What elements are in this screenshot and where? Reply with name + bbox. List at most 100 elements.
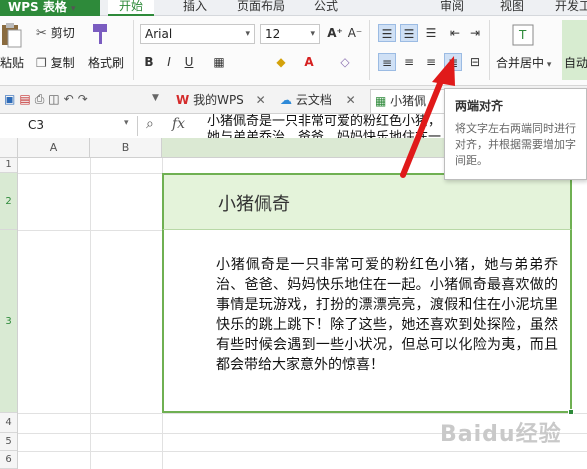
grid-line	[18, 451, 587, 452]
justify-tooltip: 两端对齐 将文字左右两端同时进行对齐，并根据需要增加字间距。	[444, 88, 587, 180]
chevron-down-icon[interactable]: ▼	[152, 93, 159, 103]
paste-label: 粘贴	[0, 56, 25, 70]
select-all-corner[interactable]	[0, 138, 18, 157]
fill-handle[interactable]	[568, 409, 574, 415]
watermark: Baidu经验	[440, 422, 562, 447]
app-menu-button[interactable]: WPS 表格 ▾	[0, 0, 100, 16]
save-icon[interactable]: ▣	[4, 92, 19, 106]
menu-home[interactable]: 开始	[108, 0, 154, 16]
sheet-title: 小猪佩奇	[218, 194, 290, 215]
merge-center-text: 合并居中	[496, 56, 545, 70]
format-painter-label: 格式刷	[88, 56, 125, 70]
fill-color-icon[interactable]: ◆	[272, 53, 290, 71]
zoom-icon[interactable]: ⌕	[146, 116, 154, 132]
wps-logo-icon: W	[176, 93, 190, 107]
chevron-down-icon: ▾	[544, 60, 552, 70]
auto-wrap-button[interactable]: 自动	[562, 20, 587, 80]
redo-icon[interactable]: ↷	[78, 92, 92, 106]
undo-icon[interactable]: ↶	[64, 92, 78, 106]
ribbon-divider	[133, 20, 134, 80]
tab-label: 小猪佩	[390, 94, 427, 108]
ribbon-divider	[369, 20, 370, 80]
merge-center-button[interactable]: T	[512, 24, 534, 49]
copy-label: 复制	[50, 56, 75, 70]
align-bottom-icon[interactable]: ☰	[422, 24, 440, 42]
copy-icon: ❐	[36, 56, 47, 70]
align-left-icon[interactable]: ≡	[378, 53, 396, 71]
quick-access-toolbar: ▣▤⎙◫↶↷	[4, 92, 92, 107]
font-name-select[interactable]: Arial ▾	[140, 24, 255, 44]
paste-button[interactable]	[0, 22, 22, 51]
row-header-4[interactable]: 4	[0, 413, 17, 433]
clear-format-icon[interactable]: ◇	[336, 53, 354, 71]
ribbon-divider	[489, 20, 490, 80]
grid-line	[18, 413, 587, 414]
align-middle-icon[interactable]: ☰	[400, 24, 418, 42]
tab-cloud-docs[interactable]: ☁ 云文档 ✕	[276, 89, 362, 113]
grow-font-icon[interactable]: A⁺	[326, 24, 344, 42]
menu-insert[interactable]: 插入	[172, 0, 218, 16]
italic-icon[interactable]: I	[160, 53, 178, 71]
ribbon: 粘贴 ✂ 剪切 ❐ 复制 格式刷 Arial ▾ 12 ▾ A⁺ A⁻ B I …	[0, 16, 587, 86]
borders-icon[interactable]: ▦	[210, 53, 228, 71]
justify-icon[interactable]: ≣	[444, 53, 462, 71]
row-header-2[interactable]: 2	[0, 173, 17, 230]
tab-my-wps[interactable]: W 我的WPS ✕	[172, 89, 270, 113]
menu-formulas[interactable]: 公式	[304, 0, 348, 16]
font-size-select[interactable]: 12 ▾	[260, 24, 320, 44]
cell-name-box[interactable]: C3	[0, 116, 138, 136]
row-header-6[interactable]: 6	[0, 451, 17, 469]
row-header-5[interactable]: 5	[0, 433, 17, 451]
underline-icon[interactable]: U	[180, 53, 198, 71]
font-color-icon[interactable]: A	[300, 53, 318, 71]
distributed-align-icon[interactable]: ⊟	[466, 53, 484, 71]
chevron-down-icon[interactable]: ▾	[124, 118, 129, 128]
close-icon[interactable]: ✕	[346, 93, 356, 107]
cloud-icon: ☁	[280, 93, 292, 107]
print-preview-icon[interactable]: ◫	[48, 92, 63, 106]
tooltip-title: 两端对齐	[455, 99, 504, 113]
copy-button[interactable]: ❐ 复制	[36, 54, 75, 71]
column-header-b[interactable]: B	[90, 138, 162, 157]
close-icon[interactable]: ✕	[256, 93, 266, 107]
align-center-icon[interactable]: ≡	[400, 53, 418, 71]
menu-developer[interactable]: 开发工	[548, 0, 587, 16]
column-header-a[interactable]: A	[18, 138, 90, 157]
cut-label: 剪切	[50, 26, 75, 40]
menu-page-layout[interactable]: 页面布局	[228, 0, 294, 16]
merge-cells-icon: T	[512, 24, 534, 46]
menu-view[interactable]: 视图	[490, 0, 534, 16]
cut-button[interactable]: ✂ 剪切	[36, 24, 75, 41]
export-pdf-icon[interactable]: ▤	[19, 92, 34, 106]
font-size-value: 12	[265, 27, 281, 41]
indent-increase-icon[interactable]: ⇥	[466, 24, 484, 42]
row-header-3[interactable]: 3	[0, 230, 17, 413]
align-right-icon[interactable]: ≡	[422, 53, 440, 71]
app-name: WPS 表格	[8, 0, 67, 14]
shrink-font-icon[interactable]: A⁻	[346, 24, 364, 42]
format-painter-icon	[93, 24, 107, 44]
menu-review[interactable]: 审阅	[430, 0, 474, 16]
tab-label: 我的WPS	[193, 93, 244, 107]
indent-decrease-icon[interactable]: ⇤	[446, 24, 464, 42]
bold-icon[interactable]: B	[140, 53, 158, 71]
row-header-bar: 1 2 3 4 5 6	[0, 158, 18, 469]
tab-peppa-pig[interactable]: ▦ 小猪佩	[370, 89, 450, 113]
print-icon[interactable]: ⎙	[35, 92, 49, 106]
chevron-down-icon: ▾	[310, 29, 315, 39]
merge-center-label[interactable]: 合并居中 ▾	[496, 54, 551, 71]
chevron-down-icon: ▾	[71, 4, 76, 14]
auto-wrap-label: 自动	[564, 56, 587, 70]
tooltip-description: 将文字左右两端同时进行对齐，并根据需要增加字间距。	[455, 122, 576, 167]
font-name-value: Arial	[145, 27, 173, 41]
format-painter-button[interactable]	[90, 22, 112, 49]
cell-c3-text: 小猪佩奇是一只非常可爱的粉红色小猪，她与弟弟乔治、爸爸、妈妈快乐地住在一起。小猪…	[216, 257, 558, 373]
function-icon[interactable]: fx	[172, 116, 185, 132]
row-header-1[interactable]: 1	[0, 158, 17, 173]
grid-line	[18, 230, 162, 231]
align-top-icon[interactable]: ☰	[378, 24, 396, 42]
grid-line	[90, 158, 91, 469]
spreadsheet-icon: ▦	[375, 94, 387, 108]
svg-text:T: T	[518, 28, 527, 42]
menu-bar: WPS 表格 ▾ 开始 插入 页面布局 公式 审阅 视图 开发工	[0, 0, 587, 16]
